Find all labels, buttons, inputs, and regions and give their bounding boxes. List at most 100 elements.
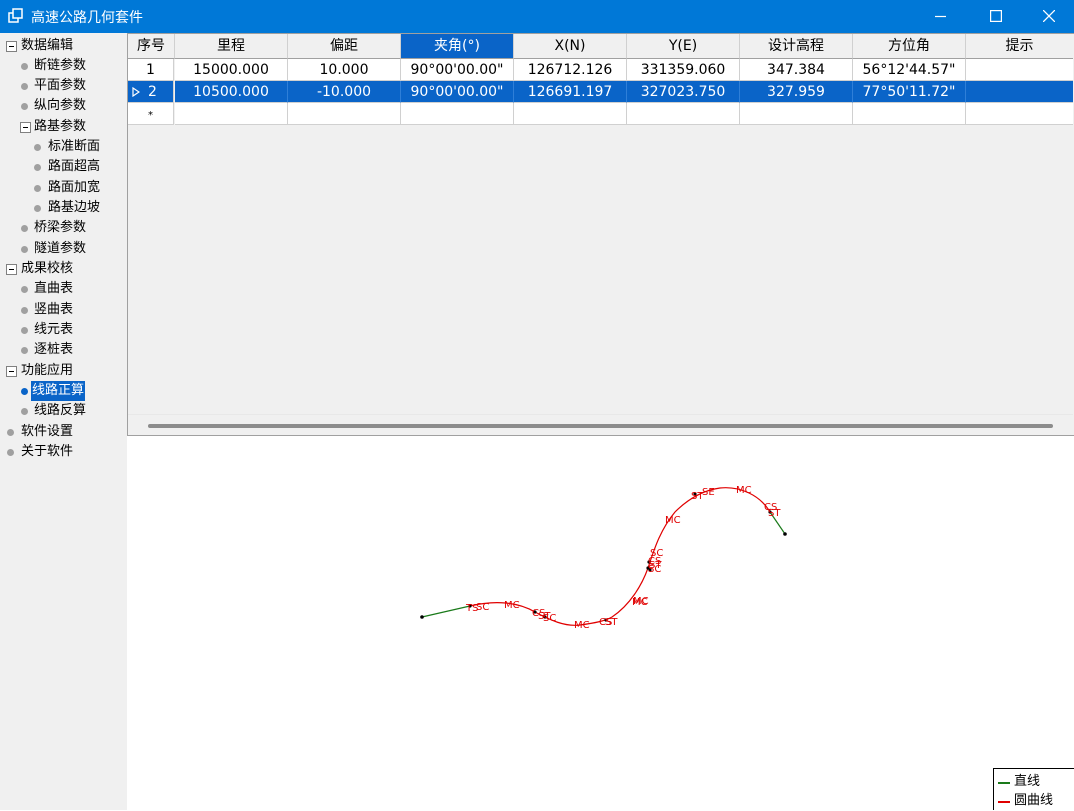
collapse-toggle-icon[interactable] [6,41,17,52]
legend: 直线 圆曲线 [993,768,1074,810]
tree-group-label: 数据编辑 [21,38,74,53]
new-cell[interactable] [627,103,740,125]
horizontal-scrollbar[interactable] [148,424,1053,428]
cell-mileage[interactable]: 10500.000 [175,81,288,103]
column-header-angle[interactable]: 夹角(°) [401,34,514,59]
tree-group-label: 成果校核 [21,261,74,276]
column-header-mileage[interactable]: 里程 [175,34,288,59]
bullet-icon [21,307,28,314]
bullet-icon [21,327,28,334]
cell-azimuth[interactable]: 77°50'11.72" [853,81,966,103]
bullet-icon [21,63,28,70]
cell-elevation[interactable]: 347.384 [740,59,853,81]
alignment-endpoint [420,615,424,619]
new-cell[interactable] [175,103,288,125]
legend-label: 直线 [1014,774,1041,789]
point-label: ST [768,508,781,519]
point-label: ST [605,617,618,628]
tree-item-label: 标准断面 [48,139,101,154]
cell-y[interactable]: 331359.060 [627,59,740,81]
column-header-index[interactable]: 序号 [128,34,175,59]
tree-item-label: 纵向参数 [34,98,87,113]
collapse-toggle-icon[interactable] [20,122,31,133]
tree-item-label: 桥梁参数 [34,220,87,235]
cell-elevation[interactable]: 327.959 [740,81,853,103]
tree-item-label: 路基参数 [34,119,87,134]
new-cell[interactable] [514,103,627,125]
maximize-icon [990,10,1002,22]
cell-offset[interactable]: 10.000 [288,59,401,81]
window-stack-icon [8,8,23,23]
row-index-cell[interactable]: 1 [128,59,174,81]
column-header-hint[interactable]: 提示 [966,34,1073,59]
tree-item-label: 线路反算 [34,403,87,418]
cell-x[interactable]: 126691.197 [514,81,627,103]
point-label: SE [702,487,715,498]
tree-group-label: 关于软件 [21,444,74,459]
cell-offset[interactable]: -10.000 [288,81,401,103]
cell-hint[interactable] [966,81,1073,103]
column-header-y[interactable]: Y(E) [627,34,740,59]
row-index-cell[interactable]: 2 [128,81,174,103]
column-header-azimuth[interactable]: 方位角 [853,34,966,59]
bullet-icon [21,103,28,110]
cell-mileage[interactable]: 15000.000 [175,59,288,81]
close-button[interactable] [1024,0,1074,33]
bullet-icon [21,225,28,232]
tree-item-label: 路基边坡 [48,200,101,215]
new-cell[interactable] [740,103,853,125]
title-bar: 高速公路几何套件 [0,0,1074,33]
cell-angle[interactable]: 90°00'00.00" [401,81,514,103]
minimize-icon [935,15,946,18]
tree-item-label: 线路正算 [31,381,86,401]
new-cell[interactable] [853,103,966,125]
bullet-icon [34,185,41,192]
tree-item-label: 路面超高 [48,159,101,174]
column-header-elevation[interactable]: 设计高程 [740,34,853,59]
new-cell[interactable] [401,103,514,125]
minimize-button[interactable] [916,0,966,33]
point-label: SC [476,602,489,613]
table-row[interactable]: 1 15000.000 10.000 90°00'00.00" 126712.1… [128,59,1073,81]
legend-label: 圆曲线 [1014,793,1054,808]
collapse-toggle-icon[interactable] [6,264,17,275]
point-label: SC [648,564,661,575]
data-grid: 序号 里程 偏距 夹角(°) X(N) Y(E) 设计高程 方位角 提示 1 1… [127,33,1074,436]
alignment-drawing: TS SC MC CS ST SC MC CS ST SC MC CS ST SC MC MC ST SE MC CS… [128,436,1074,810]
cell-angle[interactable]: 90°00'00.00" [401,59,514,81]
point-label: MC [665,515,681,526]
cell-azimuth[interactable]: 56°12'44.57" [853,59,966,81]
bullet-icon [21,347,28,354]
legend-swatch [998,801,1010,803]
bullet-icon [21,246,28,253]
tree-item-label: 直曲表 [34,281,74,296]
tree-item-label: 逐桩表 [34,342,74,357]
bullet-icon [34,164,41,171]
point-label: MC [736,485,752,496]
cell-hint[interactable] [966,59,1073,81]
column-header-x[interactable]: X(N) [514,34,627,59]
tree-item-label: 线元表 [34,322,74,337]
tree-item-label: 路面加宽 [48,180,101,195]
point-label: MC [504,600,520,611]
row-pointer-icon [132,87,140,97]
point-label: SC [543,613,556,624]
bullet-icon [21,286,28,293]
alignment-endpoint [783,532,787,536]
cell-x[interactable]: 126712.126 [514,59,627,81]
new-cell[interactable] [966,103,1073,125]
new-cell[interactable] [288,103,401,125]
new-row-marker-icon: * [148,110,153,121]
collapse-toggle-icon[interactable] [6,366,17,377]
column-header-offset[interactable]: 偏距 [288,34,401,59]
point-label: MC [574,620,590,631]
table-row-new[interactable]: * [128,103,1073,125]
bullet-icon [21,408,28,415]
cell-y[interactable]: 327023.750 [627,81,740,103]
tree-item-label: 断链参数 [34,58,87,73]
maximize-button[interactable] [971,0,1021,33]
bullet-icon [7,429,14,436]
table-row-selected[interactable]: 2 10500.000 -10.000 90°00'00.00" 126691.… [128,81,1073,103]
bullet-icon [34,205,41,212]
new-row-marker[interactable]: * [128,103,174,125]
